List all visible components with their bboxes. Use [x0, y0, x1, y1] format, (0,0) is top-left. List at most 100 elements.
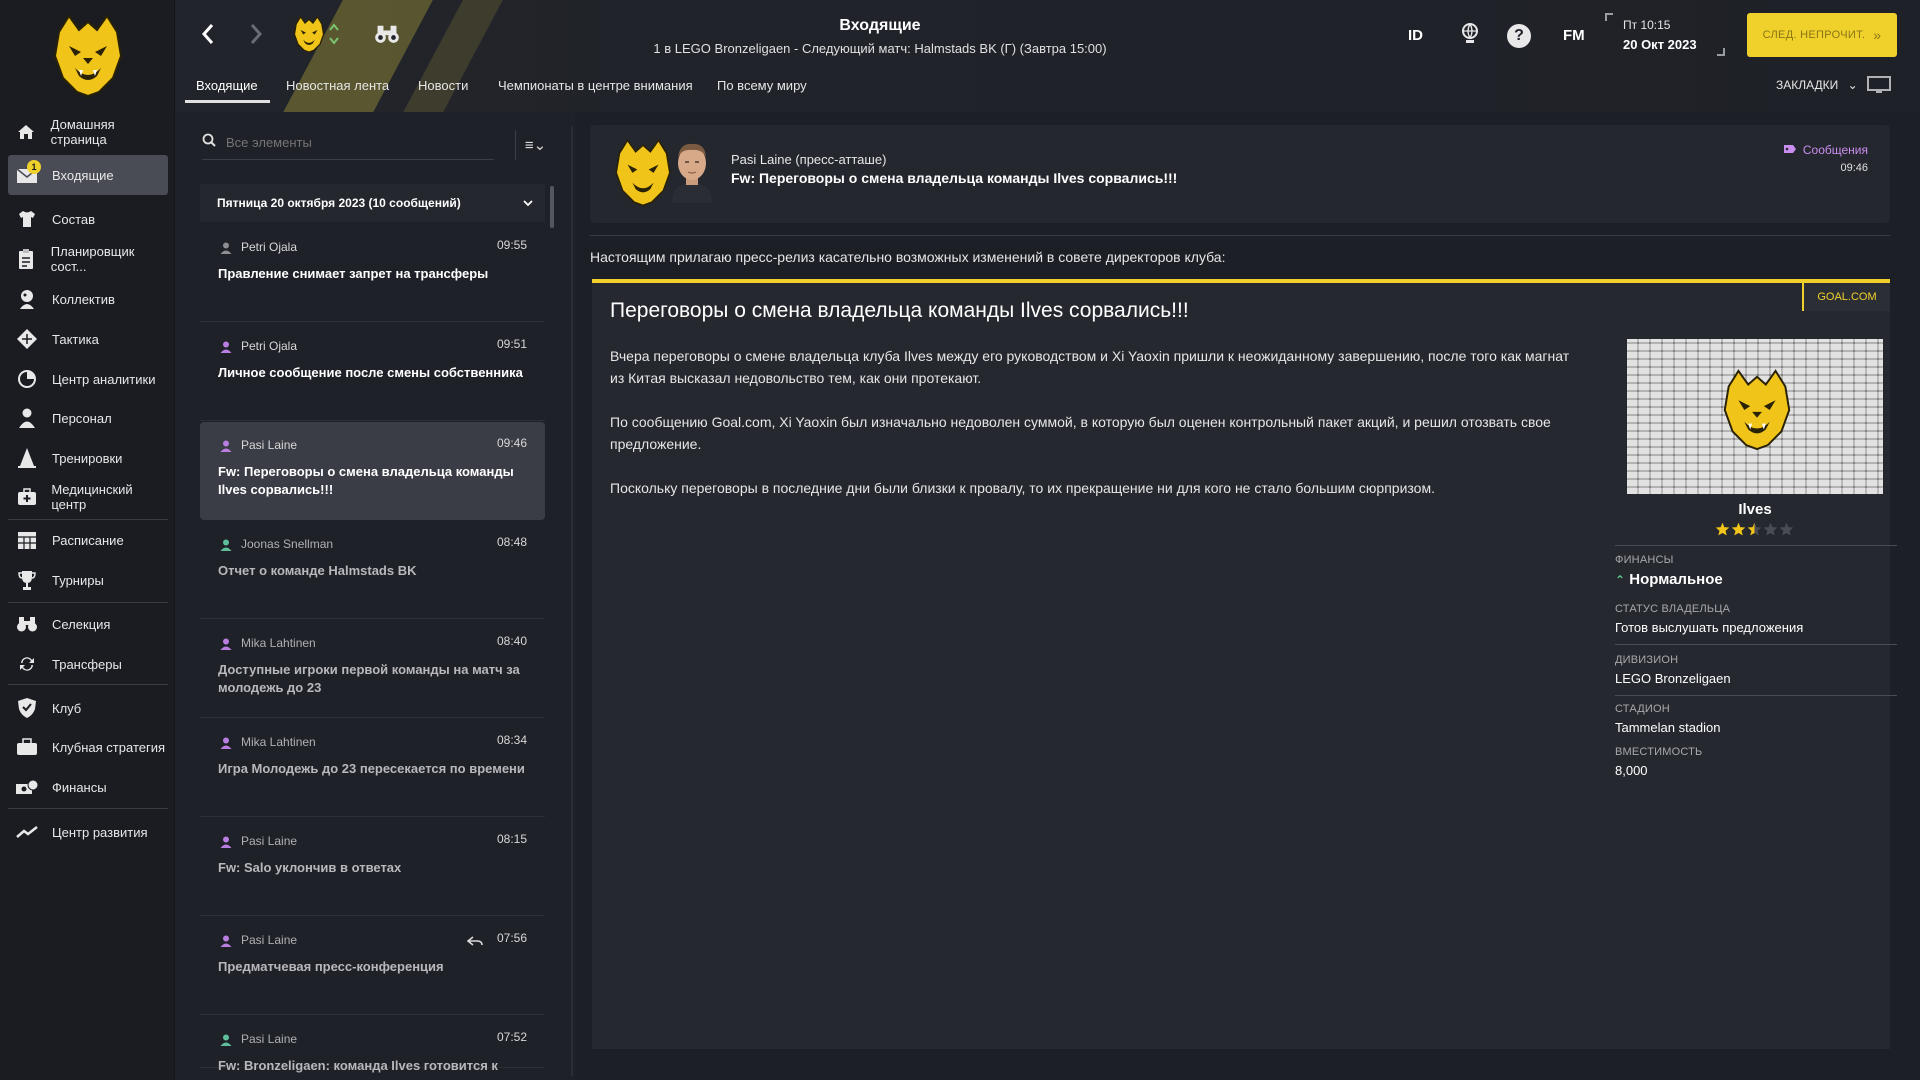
message-intro: Настоящим прилагаю пресс-релиз касательн… [590, 249, 1226, 265]
sidebar-item-squad-planner[interactable]: Планировщик сост... [8, 239, 168, 279]
club-stadium-image[interactable] [1627, 339, 1883, 494]
message-subject: Правление снимает запрет на трансферы [218, 266, 489, 281]
inbox-date-group[interactable]: Пятница 20 октября 2023 (10 сообщений) [200, 184, 545, 222]
divider [1615, 695, 1897, 696]
message-sender: Mika Lahtinen [241, 735, 316, 749]
sidebar-item-training[interactable]: Тренировки [8, 438, 168, 478]
message-time: 08:15 [496, 832, 527, 846]
id-button[interactable]: ID [1408, 27, 1423, 44]
globe-trophy-icon [1460, 22, 1480, 50]
bookmarks-menu[interactable]: ЗАКЛАДКИ ⌄ [1776, 78, 1858, 92]
page-title: Входящие [839, 17, 921, 34]
star-icon [1747, 522, 1762, 541]
help-icon[interactable]: ? [1507, 24, 1531, 48]
inbox-message-row[interactable]: Pasi Laine 08:15 Fw: Salo уклончив в ответ… [200, 818, 545, 916]
sidebar-item-tactics[interactable]: Тактика [8, 319, 168, 359]
inbox-message-row[interactable]: Mika Lahtinen 08:34 Игра Молодежь до 23 пе… [200, 719, 545, 817]
sidebar-item-label: Коллектив [52, 291, 115, 307]
sidebar-item-label: Входящие [52, 167, 114, 183]
sidebar-item-squad[interactable]: Состав [8, 199, 168, 239]
tab-around-the-world[interactable]: По всему миру [717, 78, 807, 93]
pane-divider[interactable] [571, 126, 573, 1076]
sidebar-item-staff[interactable]: Персонал [8, 398, 168, 438]
message-sender[interactable]: Pasi Laine (пресс-атташе) [731, 152, 886, 167]
inbox-message-row[interactable]: Pasi Laine 09:46 Fw: Переговоры о смена вл… [200, 422, 545, 520]
message-subject: Fw: Bronzeligaen: команда Ilves готовитс… [218, 1058, 498, 1073]
message-subject: Предматчевая пресс-конференция [218, 959, 444, 974]
star-icon [1763, 522, 1778, 541]
inbox-message-row[interactable]: Pasi Laine 07:56 Предматчевая пресс-конфер… [200, 917, 545, 1015]
sidebar-item-club[interactable]: Клуб [8, 688, 168, 728]
filter-menu-button[interactable]: ≡⌄ [515, 130, 555, 160]
divider [590, 235, 1890, 236]
inbox-message-row[interactable]: Joonas Snellman 08:48 Отчет о команде Halm… [200, 521, 545, 619]
forward-button[interactable] [243, 22, 269, 50]
next-match-info[interactable]: 1 в LEGO Bronzeligaen - Следующий матч: … [545, 41, 1215, 56]
game-date: 20 Окт 2023 [1623, 37, 1697, 52]
club-reputation-stars [1715, 522, 1794, 541]
person-icon [220, 340, 232, 358]
search-input[interactable] [226, 135, 476, 150]
top-bar: Входящие 1 в LEGO Bronzeligaen - Следующ… [175, 0, 1920, 112]
club-logo-icon[interactable] [45, 12, 131, 98]
medical-icon [14, 484, 39, 510]
fm-menu-button[interactable]: FM [1563, 27, 1585, 44]
sidebar-item-home[interactable]: Домашняя страница [8, 112, 168, 152]
tab-competitions-spotlight[interactable]: Чемпионаты в центре внимания [498, 78, 693, 93]
person-icon [220, 538, 232, 556]
tab-news[interactable]: Новости [418, 78, 468, 93]
divider [1615, 545, 1897, 546]
sidebar-item-inbox[interactable]: 1 Входящие [8, 155, 168, 195]
list-scrollbar[interactable] [550, 186, 554, 228]
inbox-icon: 1 [14, 160, 41, 188]
inbox-message-row[interactable]: Mika Lahtinen 08:40 Доступные игроки перво… [200, 620, 545, 718]
analytics-icon [14, 366, 40, 392]
division-value[interactable]: LEGO Bronzeligaen [1615, 671, 1731, 686]
tab-inbox[interactable]: Входящие [196, 78, 258, 93]
message-category-tag[interactable]: Сообщения [1783, 143, 1868, 157]
sidebar-item-label: Клуб [52, 700, 82, 716]
sidebar-item-label: Селекция [52, 616, 111, 632]
home-icon [14, 119, 39, 145]
message-sender: Petri Ojala [241, 240, 298, 254]
message-detail: Pasi Laine (пресс-атташе) Fw: Переговоры… [590, 125, 1897, 1055]
message-sender: Mika Lahtinen [241, 636, 316, 650]
finances-value-text: Нормальное [1629, 571, 1723, 588]
sidebar-divider [8, 684, 168, 685]
search-people-button[interactable] [370, 20, 404, 52]
sidebar-item-transfers[interactable]: Трансферы [8, 644, 168, 684]
back-button[interactable] [195, 22, 221, 50]
sidebar-item-medical[interactable]: Медицинский центр [8, 477, 168, 517]
sender-avatar[interactable] [668, 139, 716, 203]
list-filter-icon: ≡⌄ [524, 137, 547, 154]
search-box[interactable] [202, 126, 494, 160]
message-sender: Pasi Laine [241, 1032, 298, 1046]
tab-news-feed[interactable]: Новостная лента [286, 78, 389, 93]
next-unread-button[interactable]: СЛЕД. НЕПРОЧИТ. » [1747, 13, 1897, 57]
sidebar-item-scouting[interactable]: Селекция [8, 604, 168, 644]
inbox-message-row[interactable]: Pasi Laine 07:52 Fw: Bronzeligaen: команда… [200, 1016, 545, 1073]
sidebar-item-club-strategy[interactable]: Клубная стратегия [8, 727, 168, 767]
sidebar-item-analytics[interactable]: Центр аналитики [8, 359, 168, 399]
message-time: 07:56 [496, 931, 527, 945]
finances-label: ФИНАНСЫ [1615, 554, 1674, 566]
sidebar-item-development[interactable]: Центр развития [8, 812, 168, 852]
person-icon [220, 736, 232, 754]
club-name[interactable]: Ilves [1615, 501, 1895, 518]
sidebar-item-dynamics[interactable]: Коллектив [8, 279, 168, 319]
chevron-down-icon [523, 196, 533, 210]
development-icon [14, 819, 40, 845]
sidebar-item-label: Тренировки [52, 450, 123, 466]
sidebar-item-finances[interactable]: Финансы [8, 767, 168, 807]
inbox-message-row[interactable]: Petri Ojala 09:55 Правление снимает запрет… [200, 224, 545, 322]
inbox-message-row[interactable]: Petri Ojala 09:51 Личное сообщение после с… [200, 323, 545, 421]
active-tab-indicator [185, 100, 270, 103]
club-switcher[interactable] [285, 14, 345, 54]
monitor-icon[interactable] [1867, 76, 1891, 94]
sidebar-item-schedule[interactable]: Расписание [8, 520, 168, 560]
message-sender: Joonas Snellman [241, 537, 334, 551]
sidebar-item-competitions[interactable]: Турниры [8, 560, 168, 600]
clock-frame-corner [1717, 48, 1725, 56]
world-button[interactable] [1458, 22, 1482, 50]
stadium-value[interactable]: Tammelan stadion [1615, 720, 1721, 735]
